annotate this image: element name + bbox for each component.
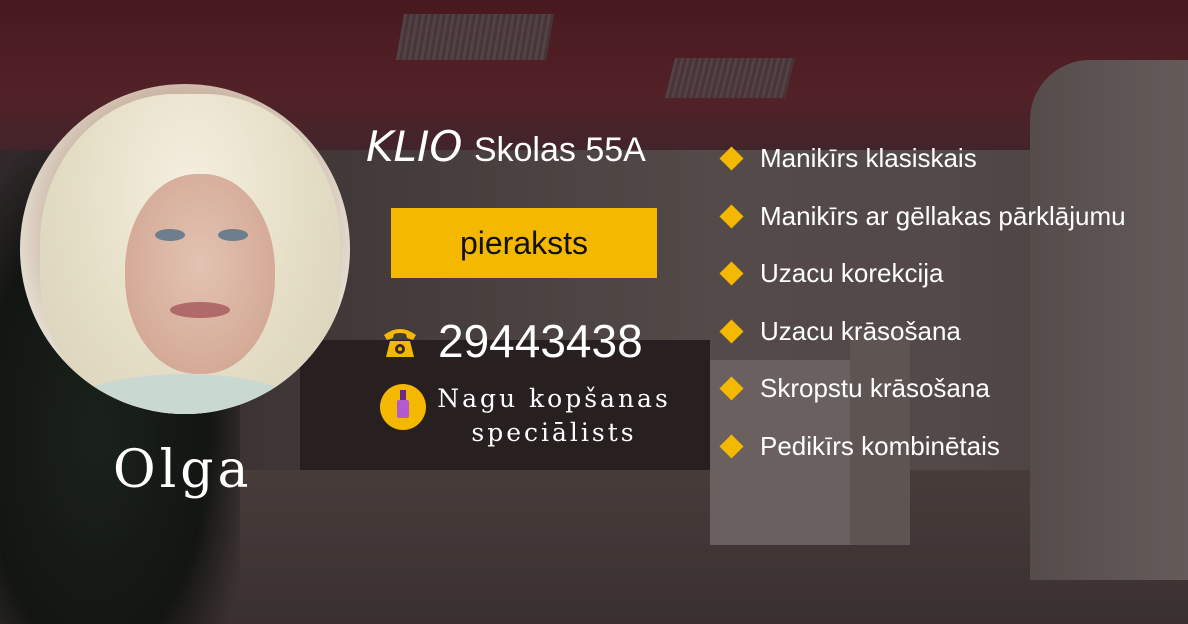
service-item: Skropstu krāsošana (719, 360, 1126, 418)
service-item: Manikīrs ar gēllakas pārklājumu (719, 188, 1126, 246)
salon-brand: KLIO (366, 122, 463, 171)
booking-button[interactable]: pieraksts (391, 208, 657, 278)
service-label: Manikīrs klasiskais (760, 143, 977, 174)
service-item: Uzacu krāsošana (719, 303, 1126, 361)
specialist-portrait (20, 84, 350, 414)
service-label: Skropstu krāsošana (760, 373, 990, 404)
specialist-name: Olga (113, 440, 253, 500)
diamond-bullet-icon (719, 146, 744, 171)
salon-address: Skolas 55A (473, 131, 646, 169)
service-label: Manikīrs ar gēllakas pārklājumu (760, 200, 1126, 231)
service-item: Uzacu korekcija (719, 245, 1126, 303)
specialist-role: Nagu kopšanas speciālists (380, 382, 672, 450)
diamond-bullet-icon (719, 204, 744, 229)
phone-contact[interactable]: 29443438 (380, 314, 643, 368)
service-label: Uzacu krāsošana (760, 315, 961, 346)
phone-number[interactable]: 29443438 (438, 314, 643, 368)
role-label: Nagu kopšanas speciālists (437, 384, 671, 447)
diamond-bullet-icon (719, 319, 744, 344)
services-list: Manikīrs klasiskais Manikīrs ar gēllakas… (719, 130, 1126, 476)
service-item: Manikīrs klasiskais (719, 130, 1126, 188)
service-label: Pedikīrs kombinētais (760, 430, 1000, 461)
telephone-icon (380, 321, 420, 361)
service-label: Uzacu korekcija (760, 258, 944, 289)
service-item: Pedikīrs kombinētais (719, 418, 1126, 476)
nail-polish-icon (380, 384, 426, 430)
diamond-bullet-icon (719, 261, 744, 286)
salon-location: KLIO Skolas 55A (366, 122, 646, 171)
diamond-bullet-icon (719, 434, 744, 459)
diamond-bullet-icon (719, 376, 744, 401)
